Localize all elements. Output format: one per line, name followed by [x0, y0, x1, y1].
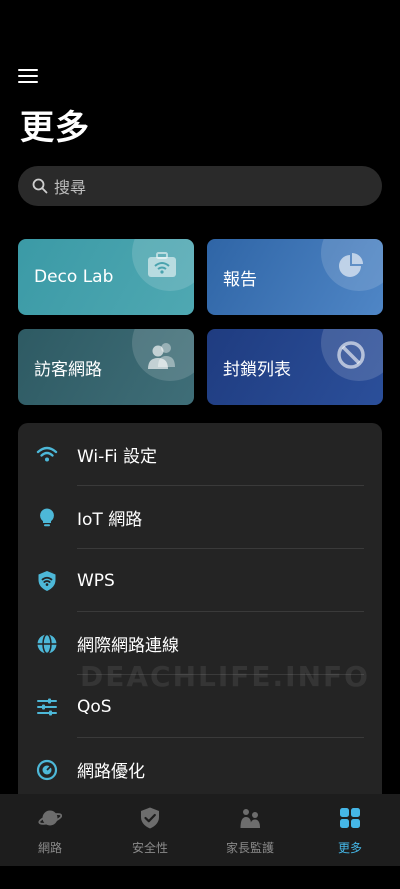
bottom-tab-bar: 網路 安全性 家長監護 更多	[0, 794, 400, 866]
grid-icon	[340, 808, 360, 828]
wifi-icon	[36, 446, 58, 461]
list-item-label: IoT 網路	[77, 510, 143, 530]
watermark: DEACHLIFE.INFO	[80, 660, 370, 693]
tile-deco-lab[interactable]: Deco Lab	[18, 239, 194, 315]
globe-icon	[37, 633, 57, 654]
tile-label: Deco Lab	[34, 267, 114, 287]
tab-label: 網路	[37, 841, 62, 855]
hamburger-icon[interactable]	[18, 68, 38, 84]
family-icon	[240, 809, 260, 828]
tab-label: 更多	[337, 841, 362, 855]
search-icon	[32, 178, 48, 194]
tile-label: 封鎖列表	[223, 359, 291, 380]
list-item-label: 網路優化	[77, 762, 145, 782]
tab-label: 安全性	[131, 841, 168, 855]
toolbox-wifi-icon	[148, 252, 176, 277]
tab-security[interactable]: 安全性	[100, 794, 200, 866]
tab-more[interactable]: 更多	[300, 794, 400, 866]
pie-chart-icon	[339, 253, 363, 277]
tile-guest-network[interactable]: 訪客網路	[18, 329, 194, 405]
list-item-label: QoS	[77, 696, 112, 717]
list-item-label: 網際網路連線	[77, 636, 179, 656]
tile-block-list[interactable]: 封鎖列表	[207, 329, 383, 405]
lightbulb-icon	[40, 508, 54, 526]
guests-icon	[148, 343, 175, 369]
list-item-iot-network[interactable]: IoT 網路	[18, 486, 382, 549]
search-placeholder: 搜尋	[54, 178, 87, 197]
tile-label: 訪客網路	[34, 359, 102, 380]
list-item-wps[interactable]: WPS	[18, 549, 382, 612]
search-input[interactable]: 搜尋	[18, 166, 382, 206]
tile-label: 報告	[223, 269, 257, 290]
tab-label: 家長監護	[225, 841, 274, 855]
sliders-icon	[37, 698, 57, 715]
planet-icon	[38, 810, 62, 826]
list-item-wifi-settings[interactable]: Wi-Fi 設定	[18, 423, 382, 486]
tab-network[interactable]: 網路	[0, 794, 100, 866]
list-item-label: WPS	[77, 570, 115, 591]
settings-list: Wi-Fi 設定 IoT 網路 WPS 網際網路連線 QoS 網路優化	[18, 423, 382, 823]
list-item-label: Wi-Fi 設定	[77, 447, 157, 467]
tab-parental-controls[interactable]: 家長監護	[200, 794, 300, 866]
tile-report[interactable]: 報告	[207, 239, 383, 315]
shield-check-icon	[141, 807, 159, 829]
optimize-icon	[36, 759, 58, 780]
block-icon	[337, 341, 365, 369]
wps-shield-icon	[38, 570, 56, 591]
page-title: 更多	[20, 108, 90, 148]
list-item-network-optimization[interactable]: 網路優化	[18, 738, 382, 801]
